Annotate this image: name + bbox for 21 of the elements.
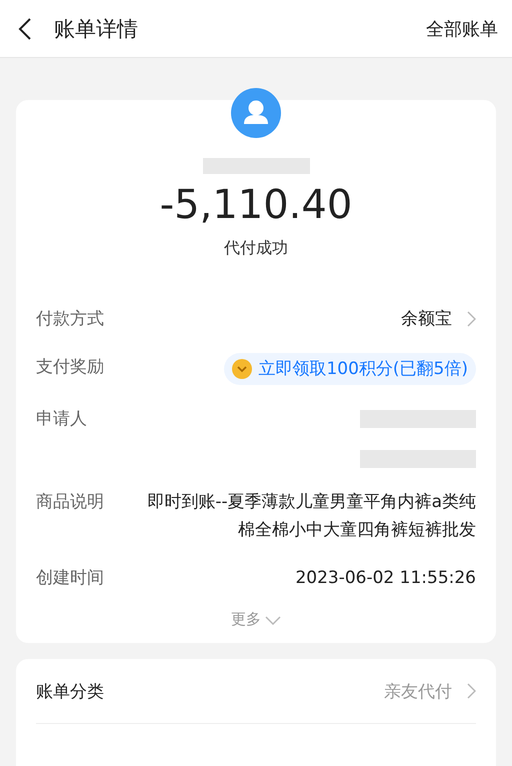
row-label: 付款方式: [36, 308, 104, 331]
more-button[interactable]: 更多: [231, 610, 281, 629]
coin-icon: [232, 359, 252, 379]
row-label: 支付奖励: [36, 356, 104, 379]
category-link[interactable]: 亲友代付: [384, 680, 476, 702]
row-label: 创建时间: [36, 567, 104, 590]
amount: -5,110.40: [160, 181, 352, 230]
row-value: 即时到账--夏季薄款儿童男童平角内裤a类纯棉全棉小中大童四角裤短裤批发: [146, 491, 476, 542]
payment-method-link[interactable]: 余额宝: [401, 305, 476, 333]
row-label: 账单分类: [36, 680, 104, 702]
payment-status: 代付成功: [224, 238, 288, 259]
all-bills-link[interactable]: 全部账单: [426, 16, 498, 40]
back-icon[interactable]: [18, 16, 32, 40]
row-value: 2023-06-02 11:55:26: [295, 567, 476, 590]
row-label: 商品说明: [36, 491, 104, 514]
page-title: 账单详情: [54, 16, 139, 42]
row-label: 申请人: [36, 408, 87, 431]
chevron-right-icon: [466, 311, 476, 327]
reward-button[interactable]: 立即领取100积分(已翻5倍): [224, 353, 476, 385]
chevron-down-icon: [265, 614, 281, 624]
chevron-right-icon: [466, 683, 476, 699]
